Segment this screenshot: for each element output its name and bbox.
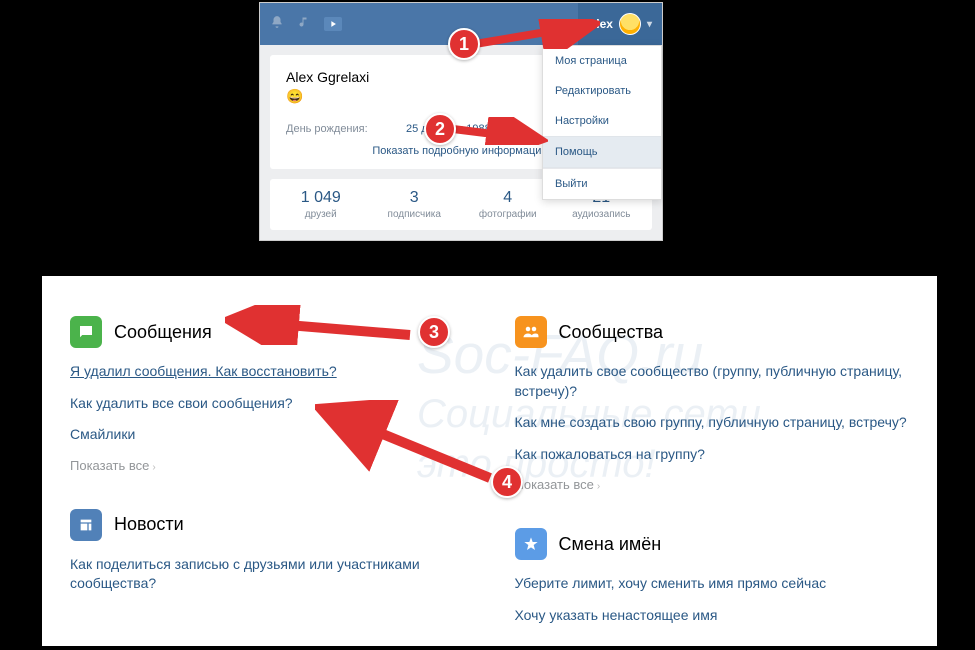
- dd-settings[interactable]: Настройки: [543, 106, 661, 136]
- chevron-right-icon: ›: [152, 462, 155, 473]
- dd-my-page[interactable]: Моя страница: [543, 46, 661, 76]
- show-all-link[interactable]: Показать все›: [515, 477, 601, 492]
- user-dropdown: Моя страница Редактировать Настройки Пом…: [542, 45, 662, 200]
- dd-logout[interactable]: Выйти: [543, 169, 661, 199]
- show-all-link[interactable]: Показать все›: [70, 458, 156, 473]
- news-icon: [70, 509, 102, 541]
- music-icon[interactable]: [298, 15, 310, 33]
- chevron-right-icon: ›: [597, 481, 600, 492]
- help-title: Новости: [114, 514, 184, 535]
- stat-num: 4: [461, 189, 555, 207]
- communities-icon: [515, 316, 547, 348]
- birthday-label: День рождения:: [286, 123, 406, 135]
- step-badge-2: 2: [424, 113, 456, 145]
- help-title: Сообщения: [114, 322, 212, 343]
- dd-help[interactable]: Помощь: [543, 136, 661, 168]
- stat-followers[interactable]: 3 подписчика: [368, 189, 462, 220]
- username: Alex: [588, 17, 613, 31]
- step-badge-3: 3: [418, 316, 450, 348]
- header-left-icons: [270, 15, 342, 34]
- bell-icon[interactable]: [270, 15, 284, 34]
- help-news-block: Новости Как поделиться записью с друзьям…: [70, 509, 465, 594]
- messages-icon: [70, 316, 102, 348]
- stat-cap: фотографии: [461, 209, 555, 220]
- dd-edit[interactable]: Редактировать: [543, 76, 661, 106]
- stat-friends[interactable]: 1 049 друзей: [274, 189, 368, 220]
- help-names-block: Смена имён Уберите лимит, хочу сменить и…: [515, 528, 910, 625]
- help-link[interactable]: Хочу указать ненастоящее имя: [515, 606, 910, 626]
- help-link[interactable]: Как пожаловаться на группу?: [515, 445, 910, 465]
- help-link[interactable]: Уберите лимит, хочу сменить имя прямо се…: [515, 574, 910, 594]
- help-section: Soc-FAQ.ru Социальные сети это просто! С…: [42, 276, 937, 646]
- help-col-right: Сообщества Как удалить свое сообщество (…: [515, 316, 910, 646]
- avatar: [619, 13, 641, 35]
- help-link[interactable]: Как поделиться записью с друзьями или уч…: [70, 555, 465, 594]
- stat-cap: аудиозапись: [555, 209, 649, 220]
- help-messages-block: Сообщения Я удалил сообщения. Как восста…: [70, 316, 465, 475]
- stat-num: 3: [368, 189, 462, 207]
- star-icon: [515, 528, 547, 560]
- user-menu-toggle[interactable]: Alex ▾: [578, 3, 662, 45]
- help-link[interactable]: Как удалить свое сообщество (группу, пуб…: [515, 362, 910, 401]
- step-badge-4: 4: [491, 466, 523, 498]
- stat-cap: друзей: [274, 209, 368, 220]
- stat-num: 1 049: [274, 189, 368, 207]
- help-communities-block: Сообщества Как удалить свое сообщество (…: [515, 316, 910, 494]
- help-title: Смена имён: [559, 534, 662, 555]
- help-col-left: Сообщения Я удалил сообщения. Как восста…: [70, 316, 465, 646]
- step-badge-1: 1: [448, 28, 480, 60]
- help-link[interactable]: Как мне создать свою группу, публичную с…: [515, 413, 910, 433]
- help-title: Сообщества: [559, 322, 664, 343]
- help-link[interactable]: Я удалил сообщения. Как восстановить?: [70, 362, 465, 382]
- stat-cap: подписчика: [368, 209, 462, 220]
- play-icon[interactable]: [324, 17, 342, 31]
- help-link[interactable]: Как удалить все свои сообщения?: [70, 394, 465, 414]
- help-link[interactable]: Смайлики: [70, 425, 465, 445]
- chevron-down-icon: ▾: [647, 19, 652, 30]
- stat-photos[interactable]: 4 фотографии: [461, 189, 555, 220]
